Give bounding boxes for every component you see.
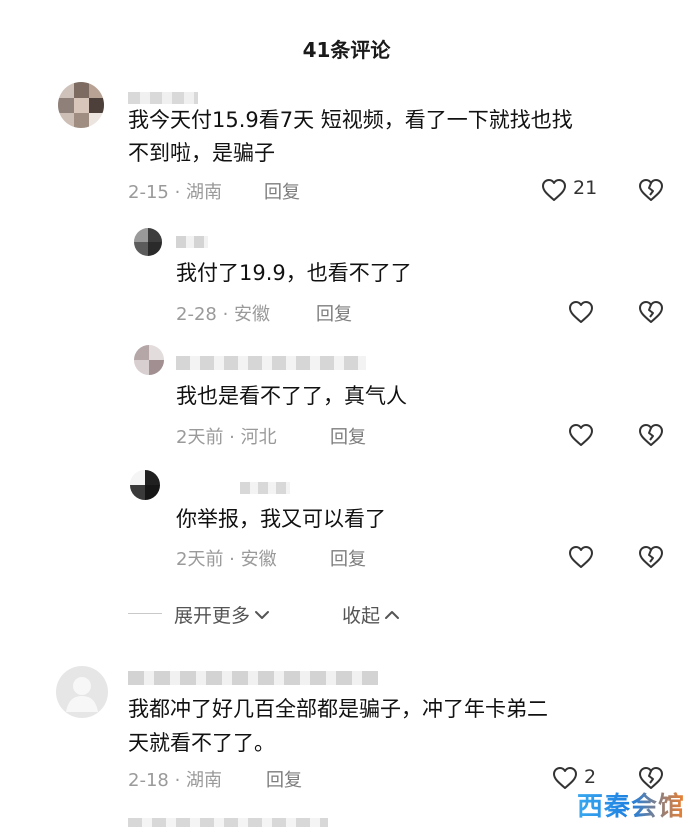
comment-text: 不到啦，是骗子 (128, 141, 275, 165)
reply-button[interactable]: 回复 (266, 766, 302, 792)
username[interactable] (128, 818, 328, 827)
dislike-button[interactable] (636, 298, 666, 326)
username[interactable] (128, 92, 198, 104)
comment-text: 你举报，我又可以看了 (176, 507, 386, 531)
username[interactable] (176, 236, 208, 248)
broken-heart-icon (639, 546, 663, 568)
chevron-down-icon (255, 610, 270, 619)
watermark-logo: 西秦会馆 (577, 786, 685, 823)
chevron-up-icon (385, 610, 400, 619)
like-button[interactable] (539, 176, 569, 204)
dislike-button[interactable] (636, 176, 666, 204)
default-avatar-icon (66, 677, 98, 712)
comment-time-location: 2-18 · 湖南 (128, 770, 223, 791)
expand-more-button[interactable]: 展开更多 (174, 601, 270, 628)
avatar[interactable] (58, 82, 104, 128)
avatar[interactable] (134, 345, 164, 375)
heart-outline-icon (553, 767, 577, 789)
like-button[interactable] (566, 298, 596, 326)
username[interactable] (128, 671, 378, 685)
comments-count-title: 41条评论 (302, 38, 391, 62)
like-button[interactable] (550, 764, 580, 792)
dislike-button[interactable] (636, 421, 666, 449)
like-button[interactable] (566, 421, 596, 449)
thread-divider (128, 613, 162, 614)
comment-text: 我今天付15.9看7天 短视频，看了一下就找也找 (128, 108, 573, 132)
heart-outline-icon (569, 301, 593, 323)
broken-heart-icon (639, 301, 663, 323)
like-button[interactable] (566, 543, 596, 571)
avatar[interactable] (130, 470, 160, 500)
username[interactable] (176, 356, 366, 370)
collapse-label: 收起 (342, 605, 381, 627)
reply-button[interactable]: 回复 (330, 545, 366, 571)
username[interactable] (240, 482, 290, 494)
avatar[interactable] (56, 666, 108, 718)
avatar[interactable] (134, 228, 162, 256)
comments-panel: 41条评论 我今天付15.9看7天 短视频，看了一下就找也找 不到啦，是骗子 2… (0, 0, 693, 827)
comment-text: 我都冲了好几百全部都是骗子，冲了年卡弟二 (128, 697, 548, 721)
reply-button[interactable]: 回复 (316, 300, 352, 326)
comment-time-location: 2天前 · 安徽 (176, 549, 277, 570)
heart-outline-icon (569, 546, 593, 568)
like-count: 2 (584, 766, 597, 788)
comment-time-location: 2-15 · 湖南 (128, 182, 223, 203)
reply-button[interactable]: 回复 (264, 178, 300, 204)
expand-more-label: 展开更多 (174, 605, 251, 627)
collapse-button[interactable]: 收起 (342, 601, 400, 628)
broken-heart-icon (639, 179, 663, 201)
comment-text: 天就看不了了。 (128, 731, 275, 755)
broken-heart-icon (639, 424, 663, 446)
comment-text: 我也是看不了了，真气人 (176, 384, 407, 408)
heart-outline-icon (569, 424, 593, 446)
dislike-button[interactable] (636, 543, 666, 571)
comment-time-location: 2天前 · 河北 (176, 427, 277, 448)
like-count: 21 (573, 177, 598, 199)
comment-time-location: 2-28 · 安徽 (176, 304, 271, 325)
comment-text: 我付了19.9，也看不了了 (176, 261, 412, 285)
reply-button[interactable]: 回复 (330, 423, 366, 449)
heart-outline-icon (542, 179, 566, 201)
